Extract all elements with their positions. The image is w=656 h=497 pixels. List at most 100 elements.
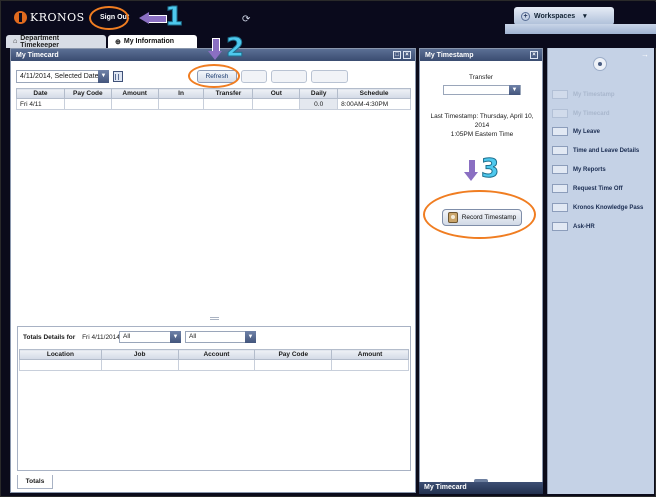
arrow-down-icon: [464, 159, 478, 181]
column-header[interactable]: Date: [16, 88, 65, 99]
transfer-cell[interactable]: [203, 98, 254, 110]
panel-window-buttons: ×: [530, 51, 538, 59]
last-timestamp-line: Last Timestamp: Thursday, April 10, 2014: [430, 113, 534, 129]
date-range-select[interactable]: 4/11/2014, Selected Date: [16, 70, 109, 83]
column-header[interactable]: Schedule: [337, 88, 411, 99]
chevron-down-icon[interactable]: ▼: [98, 70, 109, 83]
out-cell[interactable]: [252, 98, 301, 110]
column-header[interactable]: In: [157, 88, 205, 99]
sidebar-item-my-timestamp: My Timestamp: [552, 89, 615, 100]
column-header[interactable]: Location: [19, 349, 102, 360]
workspaces-button[interactable]: + Workspaces ▾: [514, 7, 614, 25]
sidebar-item-time-and-leave-details[interactable]: Time and Leave Details: [552, 145, 639, 156]
panel-window-buttons: □ ×: [393, 51, 411, 59]
sidebar-item-label: My Timecard: [573, 110, 610, 117]
sidebar-item-icon: [552, 109, 568, 118]
table-header-row: Date Pay Code Amount In Transfer Out Dai…: [16, 88, 411, 99]
step-number-3: 3: [480, 154, 500, 184]
sidebar-item-ask-hr[interactable]: Ask-HR: [552, 221, 595, 232]
column-header[interactable]: Transfer: [203, 88, 254, 99]
transfer-label: Transfer: [469, 74, 493, 81]
highlight-oval-refresh: [188, 64, 240, 88]
totals-date: Fri 4/11/2014: [82, 334, 120, 341]
kronos-logo-icon: [14, 11, 27, 24]
step-number-2: 2: [225, 33, 245, 63]
workspace-sidebar: → My Timestamp My Timecard My Leave Time…: [547, 48, 654, 494]
sidebar-item-label: My Leave: [573, 128, 601, 135]
column-header[interactable]: Amount: [110, 88, 159, 99]
tab-label: Department Timekeeper: [20, 34, 60, 49]
column-header[interactable]: Daily: [299, 88, 339, 99]
my-timestamp-panel: My Timestamp × Transfer ▼ Last Timestamp…: [419, 48, 543, 493]
sync-icon[interactable]: ⟳: [242, 14, 250, 25]
column-header[interactable]: Job: [100, 349, 179, 360]
last-timestamp-info: Last Timestamp: Thursday, April 10, 2014…: [424, 112, 540, 139]
sidebar-item-request-time-off[interactable]: Request Time Off: [552, 183, 623, 194]
sidebar-item-kronos-knowledge-pass[interactable]: Kronos Knowledge Pass: [552, 202, 643, 213]
splitter-handle[interactable]: [210, 317, 219, 320]
disabled-button: [271, 70, 307, 83]
table-row: [19, 359, 409, 371]
chevron-down-icon[interactable]: ▼: [509, 85, 520, 95]
tab-strip: ⌂ Department Timekeeper ⊕ My Information: [2, 34, 656, 49]
table-header-row: Location Job Account Pay Code Amount: [19, 349, 409, 360]
chevron-down-icon[interactable]: ▼: [245, 331, 256, 343]
step-number-1: 1: [164, 2, 184, 32]
application-window: KRONOS Sign Out ⟳ + Workspaces ▾ ⌂ Depar…: [0, 0, 656, 497]
workspaces-label: Workspaces: [534, 12, 576, 20]
sidebar-item-icon: [552, 165, 568, 174]
my-timecard-bottom-tab[interactable]: My Timecard: [419, 479, 543, 494]
date-cell[interactable]: Fri 4/11: [16, 98, 65, 110]
column-header[interactable]: Amount: [331, 349, 409, 360]
in-cell[interactable]: [157, 98, 205, 110]
sidebar-item-label: Ask-HR: [573, 223, 595, 230]
disabled-button: [311, 70, 348, 83]
totals-filter-select[interactable]: All: [185, 331, 247, 343]
panel-title: My Timestamp: [425, 51, 474, 59]
sidebar-item-label: Time and Leave Details: [573, 147, 640, 154]
tab-totals[interactable]: Totals: [17, 475, 53, 489]
last-timestamp-time: 1:05PM Eastern Time: [450, 131, 514, 138]
tab-my-information[interactable]: ⊕ My Information: [108, 35, 197, 48]
panel-title: My Timecard: [16, 51, 59, 59]
timecard-table: Date Pay Code Amount In Transfer Out Dai…: [16, 88, 411, 110]
sidebar-item-icon: [552, 90, 568, 99]
gear-icon[interactable]: [593, 57, 607, 71]
amount-cell[interactable]: [110, 98, 159, 110]
calendar-icon[interactable]: [113, 71, 123, 82]
panel-title-bar: My Timestamp ×: [420, 49, 542, 61]
sidebar-item-label: My Timestamp: [573, 91, 615, 98]
column-header[interactable]: Account: [177, 349, 256, 360]
column-header[interactable]: Pay Code: [254, 349, 333, 360]
highlight-oval-sign-out: [89, 6, 129, 30]
kronos-logo: KRONOS: [14, 11, 85, 24]
pay-code-cell[interactable]: [63, 98, 112, 110]
logo-text: KRONOS: [30, 11, 85, 24]
arrow-left-icon: [139, 12, 167, 24]
home-icon: ⌂: [13, 38, 18, 45]
column-header[interactable]: Pay Code: [63, 88, 112, 99]
chevron-down-icon: ▾: [583, 13, 587, 20]
arrow-down-icon: [208, 38, 222, 60]
close-icon[interactable]: ×: [530, 51, 538, 59]
workspace-bar: [505, 24, 656, 34]
maximize-icon[interactable]: □: [393, 51, 401, 59]
plus-circle-icon: ⊕: [115, 38, 121, 46]
totals-details-panel: Totals Details for Fri 4/11/2014 All ▼ A…: [17, 326, 411, 471]
tab-label: My Information: [123, 38, 175, 45]
totals-label: Totals Details for: [23, 334, 76, 341]
arrow-right-icon[interactable]: →: [641, 50, 649, 59]
tab-department-timekeeper[interactable]: ⌂ Department Timekeeper: [6, 34, 106, 49]
sidebar-item-my-reports[interactable]: My Reports: [552, 164, 606, 175]
sidebar-item-label: Kronos Knowledge Pass: [573, 204, 644, 211]
table-row[interactable]: Fri 4/11 0.0 8:00AM-4:30PM: [16, 98, 411, 110]
sidebar-item-my-leave[interactable]: My Leave: [552, 126, 600, 137]
column-header[interactable]: Out: [252, 88, 301, 99]
schedule-cell: 8:00AM-4:30PM: [337, 98, 411, 110]
chevron-down-icon[interactable]: ▼: [170, 331, 181, 343]
close-icon[interactable]: ×: [403, 51, 411, 59]
sidebar-item-my-timecard: My Timecard: [552, 108, 610, 119]
sidebar-item-icon: [552, 127, 568, 136]
daily-cell: 0.0: [299, 98, 339, 110]
sidebar-item-label: Request Time Off: [573, 185, 623, 192]
